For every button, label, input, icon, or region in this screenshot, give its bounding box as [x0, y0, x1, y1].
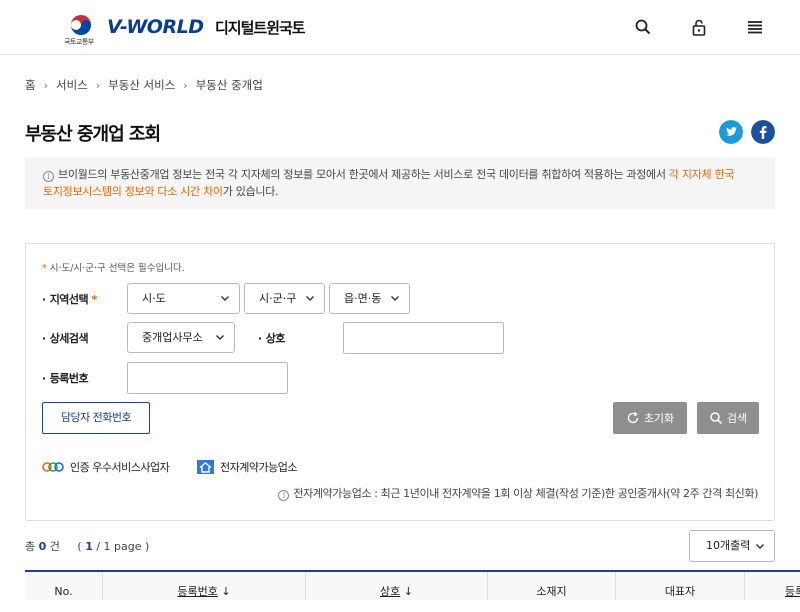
total-count: 0 [38, 540, 47, 553]
legend-econtract-text: 전자계약가능업소 [220, 461, 297, 474]
chevron-down-icon [391, 296, 399, 301]
detail-select-value: 중개업사무소 [142, 331, 203, 344]
legend-certified-text: 인증 우수서비스사업자 [70, 461, 170, 474]
sido-select[interactable]: 시·도 [127, 283, 240, 314]
facebook-icon[interactable] [751, 120, 775, 144]
emblem-label: 국토교통부 [64, 38, 94, 46]
total-suffix: 건 [49, 540, 60, 553]
column-regno[interactable]: 등록번호 ↓ [103, 572, 306, 600]
sigungu-value: 시·군·구 [259, 292, 297, 305]
breadcrumb-broker[interactable]: 부동산 중개업 [196, 77, 263, 93]
per-page-select[interactable]: 10개출력 [689, 530, 775, 562]
page-open: ( [77, 540, 82, 553]
regno-input[interactable] [127, 362, 288, 394]
legend-certified: 인증 우수서비스사업자 [42, 459, 170, 475]
chevron-right-icon: › [95, 78, 101, 92]
econtract-note-text: 전자계약가능업소 : 최근 1년이내 전자계약을 1회 이상 체결(작성 기준)… [293, 487, 758, 500]
detail-label-text: 상세검색 [49, 332, 89, 345]
lock-icon[interactable] [690, 18, 708, 36]
column-address: 소재지 [488, 572, 616, 600]
notice-highlight-2: 토지정보시스템의 정보와 다소 시간 차이 [43, 185, 223, 198]
info-icon: i [278, 490, 290, 501]
notice-text-1: 브이월드의 부동산중개업 정보는 전국 각 지자체의 정보를 모아서 한곳에서 … [58, 168, 669, 181]
results-table-header: No. 등록번호 ↓ 상호 ↓ 소재지 대표자 등록 [25, 570, 800, 600]
column-ceo: 대표자 [616, 572, 745, 600]
breadcrumb-service[interactable]: 서비스 [56, 77, 88, 93]
chevron-down-icon [756, 544, 764, 549]
econtract-house-icon [197, 460, 214, 474]
econtract-note: i 전자계약가능업소 : 최근 1년이내 전자계약을 1회 이상 체결(작성 기준… [278, 485, 758, 501]
eupmyeondong-value: 읍·면·동 [344, 292, 382, 305]
sido-value: 시·도 [142, 292, 166, 305]
info-icon: i [43, 171, 54, 182]
sort-arrow-down-icon: ↓ [221, 585, 231, 598]
breadcrumb-home[interactable]: 홈 [25, 77, 36, 93]
required-note: * 시·도/시·군·구 선택은 필수입니다. [42, 260, 185, 274]
column-registration[interactable]: 등록 [745, 572, 800, 600]
certified-badge-icon [42, 462, 64, 472]
reset-button[interactable]: 초기화 [613, 402, 687, 434]
region-label: · 지역선택 * [42, 293, 98, 306]
per-page-value: 10개출력 [706, 539, 751, 552]
column-registration-label: 등록 [784, 585, 800, 598]
required-note-text: 시·도/시·군·구 선택은 필수입니다. [49, 263, 185, 274]
name-label-text: 상호 [265, 332, 286, 345]
total-prefix: 총 [25, 540, 36, 553]
top-header: 국토교통부 V-WORLD 디지털트윈국토 [0, 0, 800, 55]
page-rest: / 1 page ) [96, 540, 150, 553]
search-button[interactable]: 검색 [697, 402, 759, 434]
regno-label: · 등록번호 [42, 372, 89, 385]
sigungu-select[interactable]: 시·군·구 [244, 283, 325, 314]
refresh-icon [627, 411, 639, 424]
page-current: 1 [85, 540, 93, 553]
page-title: 부동산 중개업 조회 [25, 124, 161, 145]
column-name[interactable]: 상호 ↓ [306, 572, 488, 600]
results-summary: 총 0 건 ( 1 / 1 page ) [25, 538, 149, 554]
menu-icon[interactable] [746, 18, 764, 36]
detail-select[interactable]: 중개업사무소 [127, 322, 235, 353]
logo-subtitle[interactable]: 디지털트윈국토 [215, 17, 306, 38]
chevron-down-icon [221, 296, 229, 301]
breadcrumb: 홈 › 서비스 › 부동산 서비스 › 부동산 중개업 [25, 77, 263, 93]
vworld-logo[interactable]: V-WORLD [107, 16, 204, 38]
search-form: * 시·도/시·군·구 선택은 필수입니다. · 지역선택 * 시·도 시·군·구… [25, 243, 775, 521]
reset-button-label: 초기화 [643, 412, 675, 425]
regno-label-text: 등록번호 [49, 372, 89, 385]
notice-highlight-1: 각 지자체 한국 [668, 168, 735, 181]
legend-econtract: 전자계약가능업소 [197, 459, 297, 475]
breadcrumb-realestate[interactable]: 부동산 서비스 [108, 77, 175, 93]
chevron-right-icon: › [183, 78, 188, 92]
column-no: No. [25, 572, 103, 600]
region-label-text: 지역선택 [49, 293, 89, 306]
column-name-label: 상호 [380, 585, 401, 598]
chevron-right-icon: › [43, 78, 48, 92]
search-button-label: 검색 [726, 412, 748, 425]
eupmyeondong-select[interactable]: 읍·면·동 [329, 283, 410, 314]
name-input[interactable] [343, 322, 504, 354]
search-icon[interactable] [634, 18, 652, 36]
notice-box: i 브이월드의 부동산중개업 정보는 전국 각 지자체의 정보를 모아서 한곳에서… [25, 157, 775, 209]
notice-text-2: 가 있습니다. [222, 185, 279, 198]
required-star-icon: * [88, 293, 98, 306]
twitter-icon[interactable] [719, 120, 743, 144]
chevron-down-icon [216, 335, 224, 340]
search-icon [710, 412, 722, 425]
detail-label: · 상세검색 [42, 332, 89, 345]
sort-arrow-down-icon: ↓ [403, 585, 413, 598]
column-regno-label: 등록번호 [177, 585, 218, 598]
name-label: · 상호 [258, 332, 286, 345]
required-star-icon: * [42, 263, 50, 274]
contact-phone-button[interactable]: 담당자 전화번호 [42, 402, 150, 434]
chevron-down-icon [306, 296, 314, 301]
